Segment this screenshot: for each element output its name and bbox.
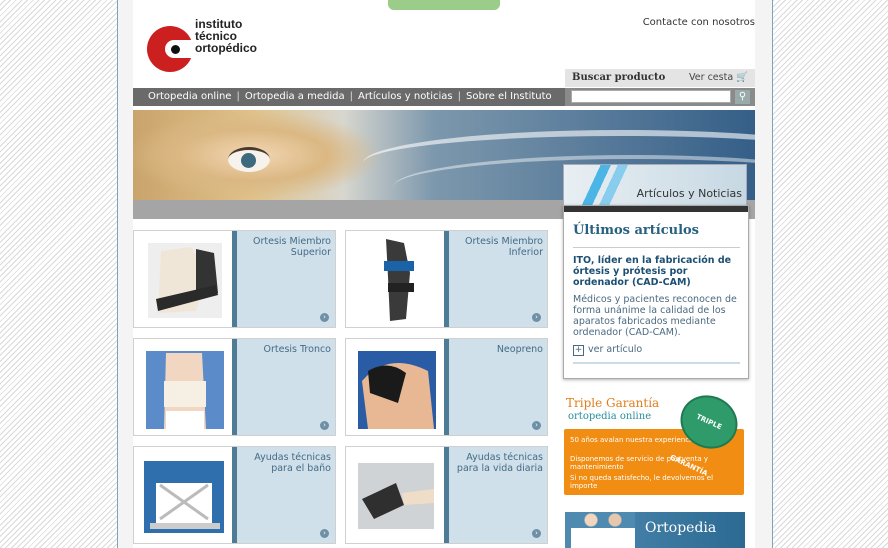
- arrow-right-icon: ›: [532, 529, 541, 538]
- search-icon[interactable]: ⚲: [735, 90, 750, 104]
- category-label: Neopreno: [496, 344, 543, 355]
- search-header: Buscar producto Ver cesta 🛒: [565, 69, 755, 87]
- promo-text: Ortopedia: [645, 520, 717, 536]
- search-label: Buscar producto: [572, 72, 666, 83]
- nav-item-sobre[interactable]: Sobre el Instituto: [466, 88, 552, 106]
- nav-item-ortopedia-online[interactable]: Ortopedia online: [148, 88, 231, 106]
- triple-guarantee-banner[interactable]: Triple Garantía ortopedia online 50 años…: [564, 386, 747, 495]
- news-box: Últimos artículos ITO, líder en la fabri…: [563, 205, 749, 379]
- bath-aid-image: [136, 449, 234, 541]
- arrow-right-icon: ›: [532, 313, 541, 322]
- category-label: Ayudas técnicas para el baño: [254, 452, 331, 474]
- news-tab-title: Artículos y Noticias: [636, 187, 742, 200]
- guarantee-point-3: Si no queda satisfecho, le devolvemos el…: [570, 474, 714, 490]
- doctors-image: [571, 512, 635, 548]
- news-tab: Artículos y Noticias: [563, 164, 747, 206]
- main-nav: Ortopedia online | Ortopedia a medida | Artí…: [133, 88, 565, 106]
- lower-limb-orthosis-image: [348, 233, 446, 325]
- top-tab[interactable]: [388, 0, 500, 10]
- arrow-right-icon: ›: [320, 313, 329, 322]
- view-cart-link[interactable]: Ver cesta 🛒: [689, 72, 748, 83]
- arrow-right-icon: ›: [320, 529, 329, 538]
- plus-icon: +: [573, 345, 584, 356]
- neoprene-image: [348, 341, 446, 433]
- search-input[interactable]: [571, 90, 731, 103]
- search-box: ⚲: [565, 88, 755, 106]
- category-label: Ortesis Miembro Superior: [253, 236, 331, 258]
- category-card-neoprene[interactable]: Neopreno ›: [345, 338, 548, 436]
- arrow-right-icon: ›: [320, 421, 329, 430]
- news-heading: Últimos artículos: [573, 223, 700, 238]
- category-label: Ayudas técnicas para la vida diaria: [456, 452, 543, 474]
- stripes-graphic: [580, 165, 630, 205]
- guarantee-subtitle: ortopedia online: [568, 411, 652, 422]
- article-description: Médicos y pacientes reconocen de forma u…: [573, 294, 737, 338]
- arrow-right-icon: ›: [532, 421, 541, 430]
- logo-mark: [147, 26, 195, 72]
- upper-limb-orthosis-image: [136, 233, 234, 325]
- trunk-orthosis-image: [136, 341, 234, 433]
- logo-text: instituto técnico ortopédico: [195, 18, 257, 54]
- category-label: Ortesis Tronco: [263, 344, 331, 355]
- category-card-trunk[interactable]: Ortesis Tronco ›: [133, 338, 336, 436]
- view-article-label: ver artículo: [588, 344, 643, 355]
- ortopedia-promo[interactable]: Ortopedia: [565, 512, 745, 548]
- logo-line-3: ortopédico: [195, 41, 257, 55]
- contact-link[interactable]: Contacte con nosotros: [620, 17, 755, 28]
- nav-item-ortopedia-a-medida[interactable]: Ortopedia a medida: [245, 88, 345, 106]
- guarantee-point-2: Disponemos de servicio de postventa y ma…: [570, 455, 709, 471]
- nav-item-articulos[interactable]: Artículos y noticias: [358, 88, 453, 106]
- category-card-upper-limb[interactable]: Ortesis Miembro Superior ›: [133, 230, 336, 328]
- article-title[interactable]: ITO, líder en la fabricación de órtesis …: [573, 255, 743, 288]
- hero-eye: [228, 147, 270, 172]
- category-card-lower-limb[interactable]: Ortesis Miembro Inferior ›: [345, 230, 548, 328]
- daily-life-aid-image: [348, 449, 446, 541]
- category-card-bath[interactable]: Ayudas técnicas para el baño ›: [133, 446, 336, 544]
- category-label: Ortesis Miembro Inferior: [465, 236, 543, 258]
- category-card-daily-life[interactable]: Ayudas técnicas para la vida diaria ›: [345, 446, 548, 544]
- view-article-link[interactable]: + ver artículo: [573, 344, 642, 356]
- guarantee-title: Triple Garantía: [566, 396, 660, 410]
